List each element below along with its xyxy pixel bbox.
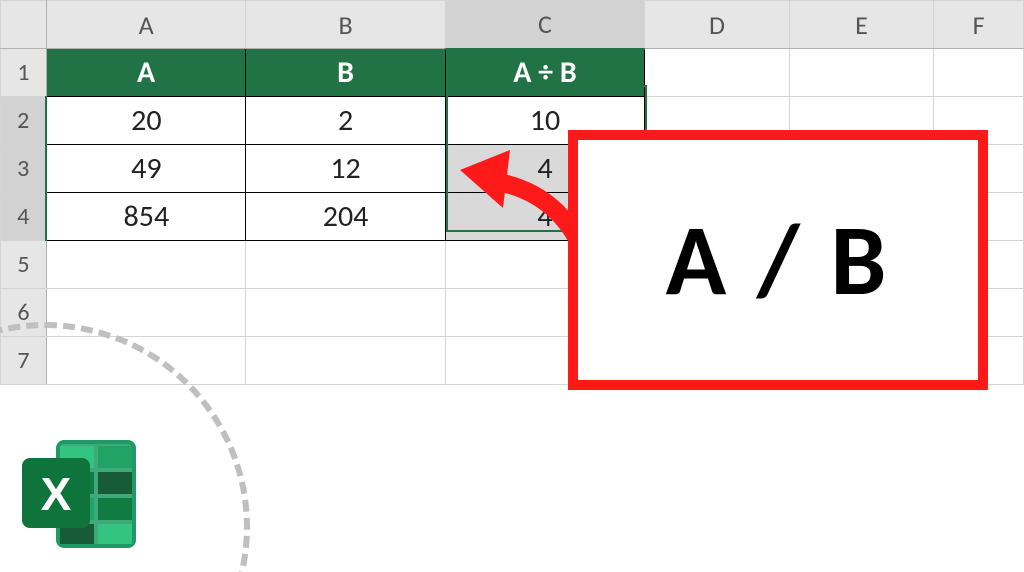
cell-B6[interactable] xyxy=(246,289,445,337)
row-header-4[interactable]: 4 xyxy=(1,193,47,241)
cell-B3[interactable]: 12 xyxy=(246,145,445,193)
cell-A2[interactable]: 20 xyxy=(46,97,245,145)
select-all-corner[interactable] xyxy=(1,1,47,49)
row-header-3[interactable]: 3 xyxy=(1,145,47,193)
cell-C1[interactable]: A ÷ B xyxy=(445,49,644,97)
row-header-1[interactable]: 1 xyxy=(1,49,47,97)
cell-B1[interactable]: B xyxy=(246,49,445,97)
cell-B7[interactable] xyxy=(246,337,445,385)
row-header-2[interactable]: 2 xyxy=(1,97,47,145)
cell-A3[interactable]: 49 xyxy=(46,145,245,193)
cell-A6[interactable] xyxy=(46,289,245,337)
cell-B2[interactable]: 2 xyxy=(246,97,445,145)
formula-text: A / B xyxy=(666,199,891,321)
svg-text:X: X xyxy=(41,468,72,520)
cell-A7[interactable] xyxy=(46,337,245,385)
cell-D1[interactable] xyxy=(645,49,790,97)
cell-A4[interactable]: 854 xyxy=(46,193,245,241)
row-header-7[interactable]: 7 xyxy=(1,337,47,385)
col-header-B[interactable]: B xyxy=(246,1,445,49)
formula-callout: A / B xyxy=(568,130,988,390)
col-header-C[interactable]: C xyxy=(445,1,644,49)
col-header-E[interactable]: E xyxy=(789,1,934,49)
row-header-5[interactable]: 5 xyxy=(1,241,47,289)
col-header-D[interactable]: D xyxy=(645,1,790,49)
cell-B4[interactable]: 204 xyxy=(246,193,445,241)
excel-logo-icon: X xyxy=(18,434,148,554)
row-header-6[interactable]: 6 xyxy=(1,289,47,337)
cell-B5[interactable] xyxy=(246,241,445,289)
cell-A1[interactable]: A xyxy=(46,49,245,97)
col-header-A[interactable]: A xyxy=(46,1,245,49)
cell-E1[interactable] xyxy=(789,49,934,97)
cell-A5[interactable] xyxy=(46,241,245,289)
col-header-F[interactable]: F xyxy=(934,1,1024,49)
cell-F1[interactable] xyxy=(934,49,1024,97)
